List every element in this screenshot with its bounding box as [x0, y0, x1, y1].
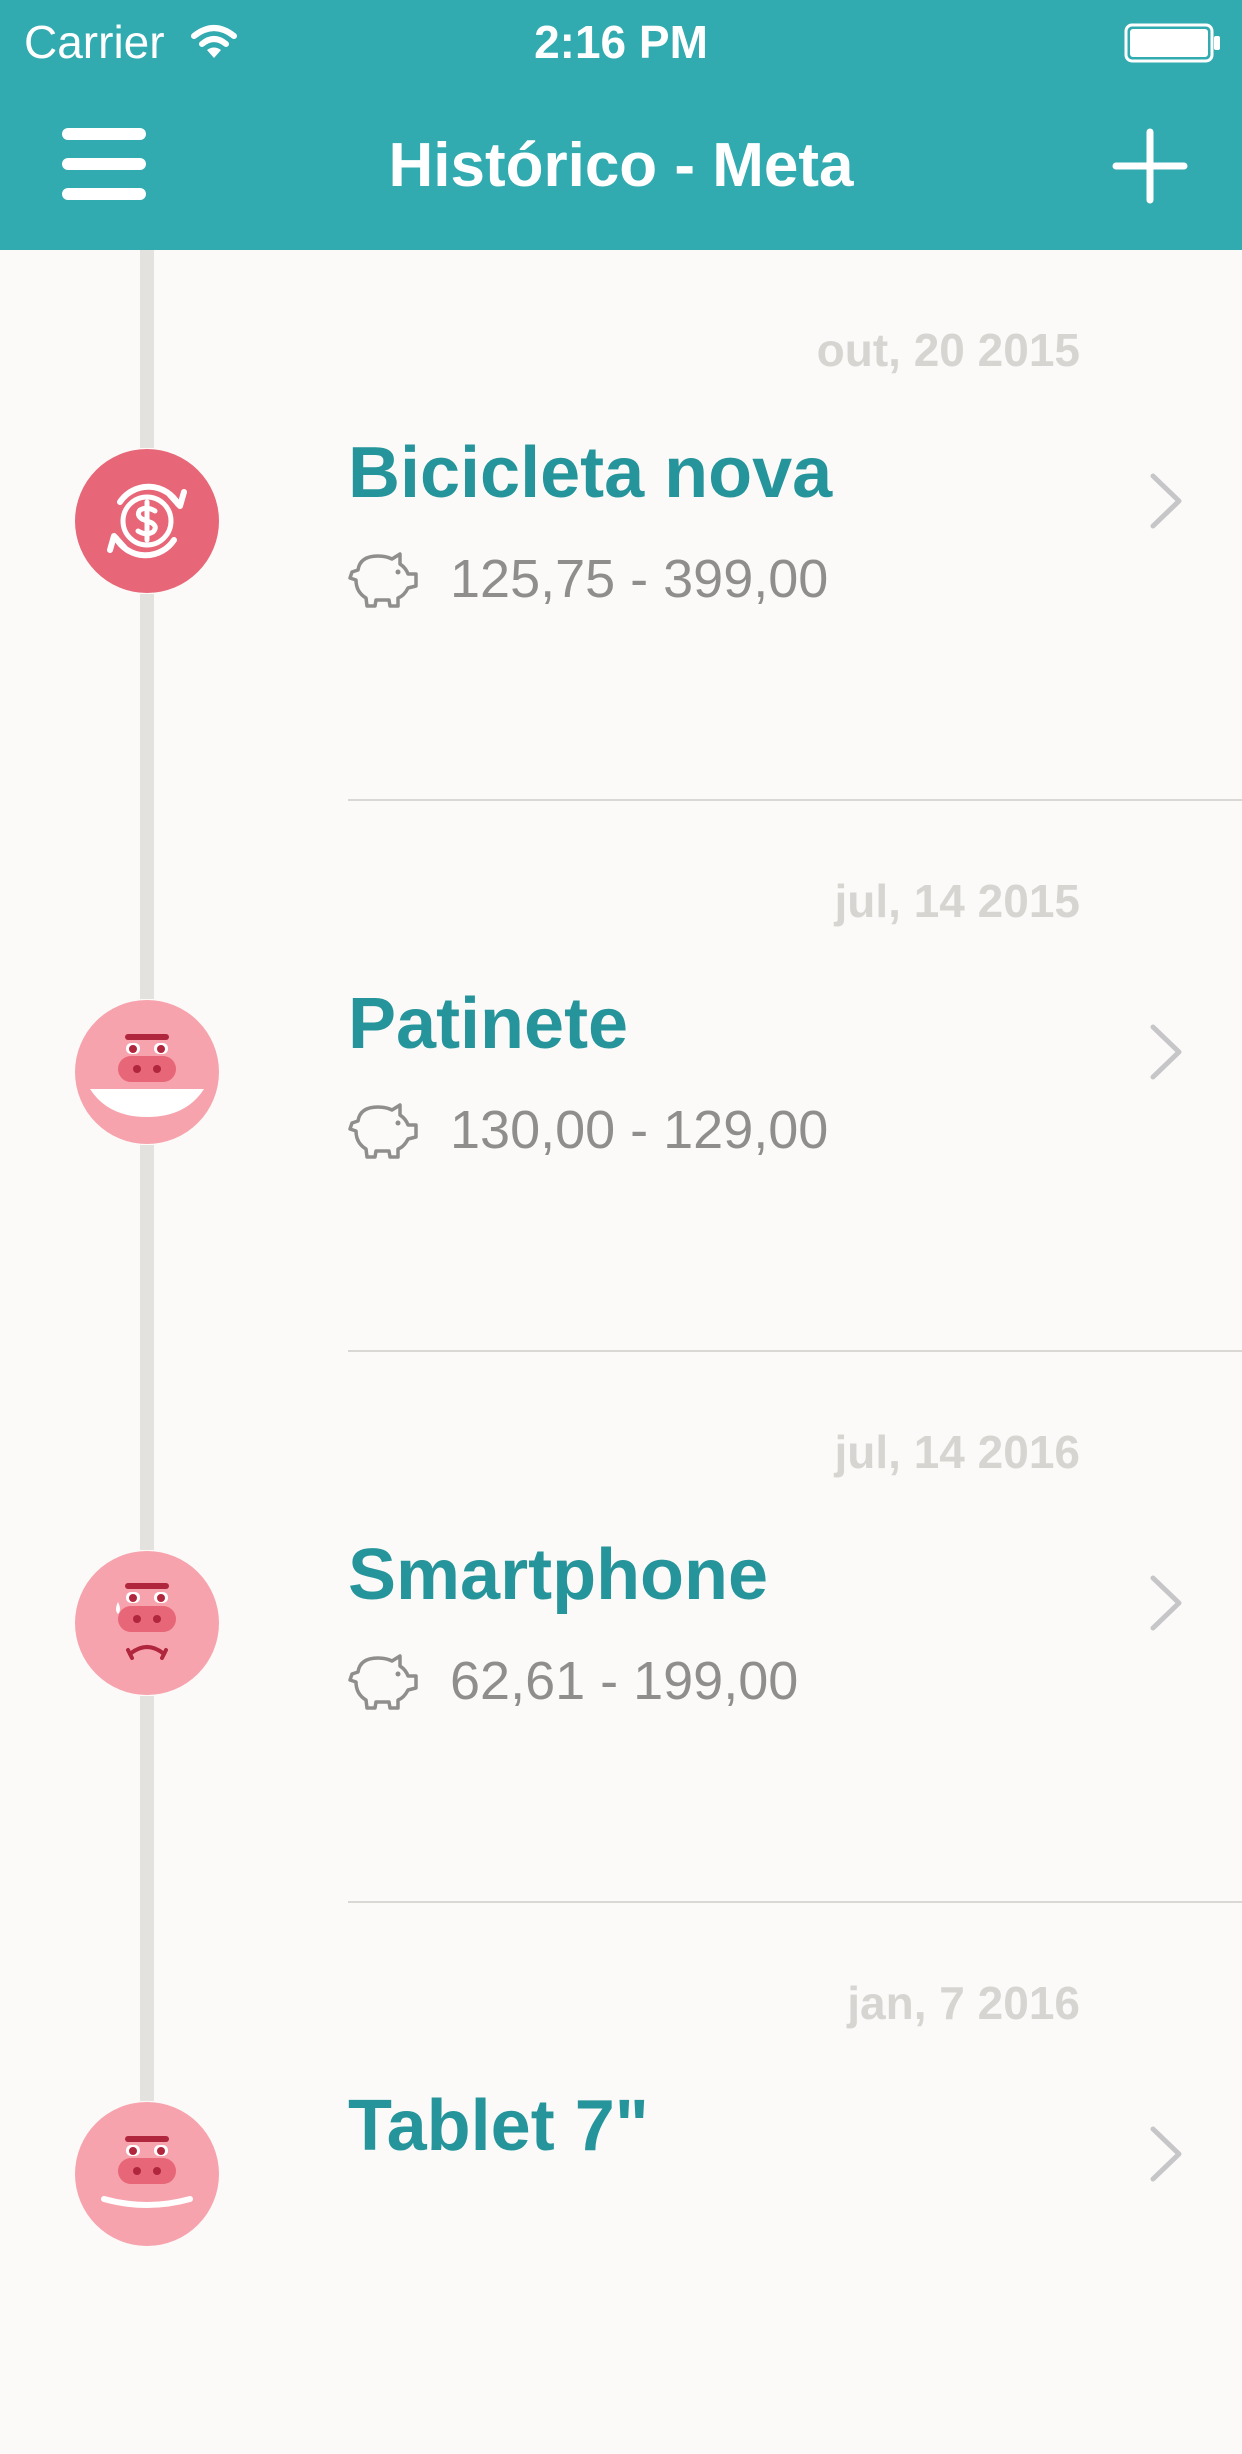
goal-name: Bicicleta nova: [348, 433, 833, 513]
goal-amounts: 62,61 - 199,00: [450, 1651, 799, 1711]
goal-row[interactable]: jul, 14 2016 Smartphone 62,61 - 199,00: [0, 1352, 1242, 1903]
page-title: Histórico - Meta: [388, 131, 854, 200]
goal-date: jul, 14 2016: [834, 1426, 1081, 1478]
chevron-right-icon: [1150, 473, 1182, 529]
happy-pig-icon: [74, 999, 220, 1145]
chevron-right-icon: [1150, 2126, 1182, 2182]
chevron-right-icon: [1150, 1575, 1182, 1631]
navigation-bar: Histórico - Meta: [0, 84, 1242, 250]
goal-row[interactable]: jul, 14 2015 Patinete 130,00 - 129,00: [0, 801, 1242, 1352]
money-exchange-icon: [74, 448, 220, 594]
goal-name: Smartphone: [348, 1535, 769, 1615]
header: Carrier 2:16 PM Histórico - Meta: [0, 0, 1242, 250]
piggy-bank-icon: [348, 552, 418, 608]
plus-icon: [1112, 128, 1188, 204]
goal-row[interactable]: jan, 7 2016 Tablet 7": [0, 1903, 1242, 2454]
goal-date: jan, 7 2016: [847, 1977, 1080, 2029]
battery-icon: [1124, 23, 1220, 63]
sad-pig-icon: [74, 1550, 220, 1696]
status-time: 2:16 PM: [534, 16, 708, 68]
goal-name: Patinete: [348, 984, 629, 1064]
goal-amounts: 130,00 - 129,00: [450, 1100, 829, 1160]
goal-name: Tablet 7": [348, 2086, 649, 2166]
status-bar: Carrier 2:16 PM: [0, 0, 1242, 84]
piggy-bank-icon: [348, 1654, 418, 1710]
goal-date: out, 20 2015: [816, 324, 1080, 376]
add-goal-button[interactable]: [1110, 126, 1190, 206]
chevron-right-icon: [1150, 1024, 1182, 1080]
neutral-pig-icon: [74, 2101, 220, 2247]
goal-amounts: 125,75 - 399,00: [450, 549, 829, 609]
piggy-bank-icon: [348, 1103, 418, 1159]
goal-date: jul, 14 2015: [834, 875, 1081, 927]
goal-row[interactable]: out, 20 2015 Bicicleta nova 125,75 - 399…: [0, 250, 1242, 801]
